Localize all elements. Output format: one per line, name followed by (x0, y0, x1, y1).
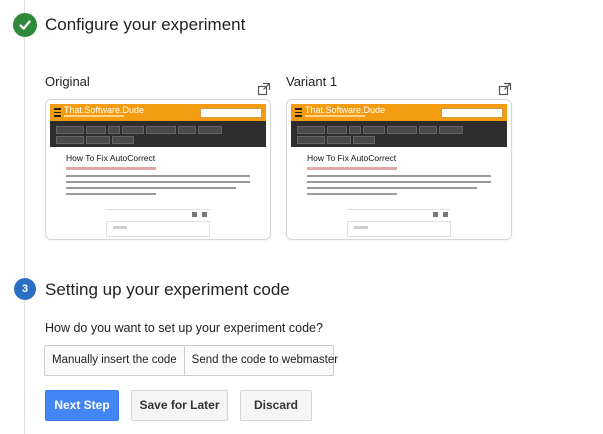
preview-hand-icon (192, 212, 197, 217)
preview-search-box (200, 108, 262, 118)
preview-article-title: How To Fix AutoCorrect (66, 153, 156, 163)
expand-variant-1-preview-icon[interactable] (498, 82, 512, 96)
preview-nav-bar (50, 121, 266, 147)
setup-question: How do you want to set up your experimen… (45, 321, 323, 335)
next-step-button[interactable]: Next Step (45, 390, 119, 421)
hamburger-menu-icon (295, 108, 302, 117)
preview-site-tagline (64, 115, 124, 117)
configure-section-title: Configure your experiment (45, 15, 246, 34)
preview-camera-icon (202, 212, 207, 217)
discard-button[interactable]: Discard (240, 390, 312, 421)
preview-search-box (441, 108, 503, 118)
preview-comment-field (106, 221, 210, 237)
setup-section-title: Setting up your experiment code (45, 280, 290, 299)
preview-site-tagline (305, 115, 365, 117)
preview-camera-icon (443, 212, 448, 217)
send-code-to-webmaster-option[interactable]: Send the code to webmaster (183, 346, 345, 375)
preview-site-brand: That.Software.Dude (305, 105, 386, 115)
setup-method-selector: Manually insert the code Send the code t… (44, 345, 338, 376)
preview-site-header: That.Software.Dude (291, 104, 507, 121)
original-preview-card[interactable]: That.Software.Dude How To Fix AutoCorrec… (45, 99, 271, 240)
preview-site-header: That.Software.Dude (50, 104, 266, 121)
manually-insert-code-option[interactable]: Manually insert the code (45, 346, 184, 375)
step-complete-check-icon (13, 13, 37, 37)
preview-article-title: How To Fix AutoCorrect (307, 153, 397, 163)
save-for-later-button[interactable]: Save for Later (131, 390, 228, 421)
preview-article-meta (307, 167, 397, 170)
step-number-badge: 3 (14, 278, 36, 300)
preview-nav-bar (291, 121, 507, 147)
preview-article-meta (66, 167, 156, 170)
preview-comment-field (347, 221, 451, 237)
variant-1-label: Variant 1 (286, 74, 338, 89)
original-label: Original (45, 74, 90, 89)
variant-1-preview-card[interactable]: That.Software.Dude How To Fix AutoCorrec… (286, 99, 512, 240)
preview-site-brand: That.Software.Dude (64, 105, 145, 115)
preview-hand-icon (433, 212, 438, 217)
hamburger-menu-icon (54, 108, 61, 117)
expand-original-preview-icon[interactable] (257, 82, 271, 96)
step-rail (24, 0, 25, 434)
